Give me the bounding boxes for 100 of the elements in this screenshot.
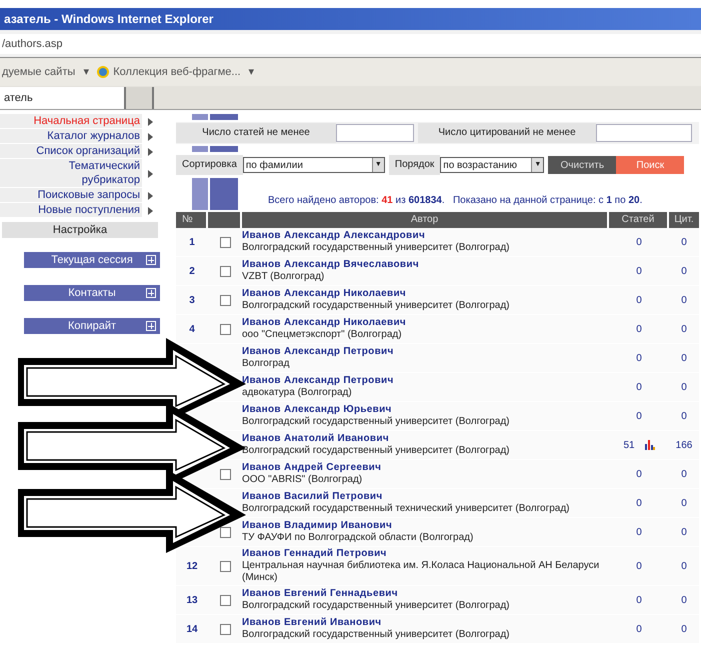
browser-tab[interactable]: атель xyxy=(0,87,126,109)
author-organization: ооо "Спецметэкспорт" (Волгоград) xyxy=(242,329,403,341)
triangle-icon xyxy=(148,170,153,178)
citation-count[interactable]: 0 xyxy=(669,264,699,278)
author-link[interactable]: Иванов Василий Петрович xyxy=(242,491,609,503)
citation-count[interactable]: 0 xyxy=(669,408,699,424)
address-field[interactable]: /authors.asp xyxy=(0,34,701,54)
favorites-link[interactable]: Коллекция веб-фрагме... ▾ xyxy=(97,64,255,80)
citation-count[interactable]: 0 xyxy=(669,496,699,510)
favorites-link[interactable]: дуемые сайты ▾ xyxy=(2,64,90,80)
citation-count[interactable]: 0 xyxy=(669,466,699,482)
row-checkbox[interactable] xyxy=(220,624,230,634)
author-link[interactable]: Иванов Геннадий Петрович xyxy=(242,548,609,560)
citation-count[interactable]: 0 xyxy=(669,322,699,336)
article-count[interactable]: 0 xyxy=(636,466,642,482)
author-link[interactable]: Иванов Александр Николаевич xyxy=(242,317,609,329)
author-link[interactable]: Иванов Александр Петрович xyxy=(242,375,609,387)
article-count[interactable]: 0 xyxy=(636,380,642,394)
row-number: 13 xyxy=(186,594,198,606)
citation-count[interactable]: 0 xyxy=(669,592,699,608)
author-link[interactable]: Иванов Александр Вячеславович xyxy=(242,259,609,271)
author-organization: Волгоградский государственный университет (Волгоград) xyxy=(242,445,510,457)
sidebar-link[interactable]: Новые поступления xyxy=(0,203,142,217)
citation-count[interactable]: 0 xyxy=(669,292,699,308)
author-organization: Волгоградский государственный университет (Волгоград) xyxy=(242,600,510,612)
row-checkbox[interactable] xyxy=(220,560,230,572)
bar-chart-icon[interactable] xyxy=(644,440,655,450)
row-number: 12 xyxy=(186,560,198,572)
sidebar-link[interactable]: Начальная страница xyxy=(0,114,142,128)
article-count[interactable]: 0 xyxy=(636,496,642,510)
author-organization: Волгоградский государственный университет (Волгоград) xyxy=(242,629,510,641)
row-checkbox[interactable] xyxy=(220,236,230,248)
sidebar-link[interactable]: Каталог журналов xyxy=(0,129,142,143)
author-organization: Волгоградский государственный университет (Волгоград) xyxy=(242,300,510,312)
row-checkbox[interactable] xyxy=(220,594,230,606)
sidebar-link[interactable]: Поисковые запросы xyxy=(0,188,142,202)
citation-count[interactable]: 0 xyxy=(669,622,699,636)
panel-header[interactable]: Копирайт xyxy=(24,318,160,334)
citation-count[interactable]: 0 xyxy=(669,524,699,540)
window-title: азатель - Windows Internet Explorer xyxy=(4,11,214,28)
row-number: 14 xyxy=(186,624,198,634)
citation-count[interactable]: 166 xyxy=(669,438,699,452)
article-count[interactable]: 0 xyxy=(636,322,642,336)
browser-tab[interactable] xyxy=(126,87,154,109)
author-link[interactable]: Иванов Александр Александрович xyxy=(242,230,609,242)
article-count[interactable]: 0 xyxy=(636,292,642,308)
decor-block xyxy=(192,146,208,152)
author-link[interactable]: Иванов Владимир Иванович xyxy=(242,520,609,532)
articles-input[interactable] xyxy=(336,124,414,142)
browser-logo-icon xyxy=(97,66,110,78)
article-count[interactable]: 0 xyxy=(636,622,642,636)
filter-label: Число статей не менее xyxy=(176,123,336,143)
article-count[interactable]: 0 xyxy=(636,350,642,366)
row-number: 1 xyxy=(189,236,195,248)
decor-block xyxy=(210,114,238,120)
author-organization: Центральная научная библиотека им. Я.Коласа Национальной АН Беларуси (Минск) xyxy=(242,560,600,584)
sidebar-link[interactable]: Тематический рубрикатор xyxy=(0,159,142,187)
author-organization: Волгоградский государственный университет (Волгоград) xyxy=(242,242,510,254)
decor-block xyxy=(210,146,238,152)
panel-header[interactable]: Текущая сессия xyxy=(24,252,160,268)
article-count[interactable]: 0 xyxy=(636,408,642,424)
author-organization: Волгоград xyxy=(242,358,290,370)
citation-count[interactable]: 0 xyxy=(669,558,699,574)
row-checkbox[interactable] xyxy=(220,468,230,480)
row-checkbox[interactable] xyxy=(220,294,230,306)
author-link[interactable]: Иванов Александр Петрович xyxy=(242,346,609,358)
row-number: 4 xyxy=(189,324,195,334)
author-organization: Волгоградский государственный университет (Волгоград) xyxy=(242,416,510,428)
row-checkbox[interactable] xyxy=(220,324,230,334)
citation-count[interactable]: 0 xyxy=(669,350,699,366)
citations-input[interactable] xyxy=(596,124,692,142)
settings-label[interactable]: Настройка xyxy=(2,222,158,238)
citation-count[interactable]: 0 xyxy=(669,380,699,394)
panel-header[interactable]: Контакты xyxy=(24,285,160,301)
author-link[interactable]: Иванов Евгений Иванович xyxy=(242,617,609,629)
author-link[interactable]: Иванов Евгений Геннадьевич xyxy=(242,588,609,600)
column-header: Цит. xyxy=(673,213,695,227)
decor-block xyxy=(192,178,208,210)
article-count[interactable]: 0 xyxy=(636,264,642,278)
sidebar-link[interactable]: Список организаций xyxy=(0,144,142,158)
article-count[interactable]: 0 xyxy=(636,234,642,250)
results-summary: Всего найдено авторов: 41 из 601834. Показано на данной странице: с 1 по 20. xyxy=(268,194,642,208)
clear-button[interactable]: Очистить xyxy=(548,156,616,174)
row-checkbox[interactable] xyxy=(220,266,230,276)
author-link[interactable]: Иванов Александр Николаевич xyxy=(242,288,609,300)
article-count[interactable]: 0 xyxy=(636,558,642,574)
filter-label: Число цитирований не менее xyxy=(418,123,596,143)
article-count[interactable]: 0 xyxy=(636,592,642,608)
author-organization: VZBT (Волгоград) xyxy=(242,271,326,283)
article-count[interactable]: 51 xyxy=(623,438,635,452)
author-organization: ТУ ФАУФИ по Волгоградской области (Волгоград) xyxy=(242,532,474,544)
row-checkbox[interactable] xyxy=(220,526,230,538)
article-count[interactable]: 0 xyxy=(636,524,642,540)
author-link[interactable]: Иванов Андрей Сергеевич xyxy=(242,462,609,474)
row-number: 2 xyxy=(189,266,195,276)
author-link[interactable]: Иванов Анатолий Иванович xyxy=(242,433,609,445)
author-link[interactable]: Иванов Александр Юрьевич xyxy=(242,404,609,416)
row-number: 3 xyxy=(189,294,195,306)
citation-count[interactable]: 0 xyxy=(669,234,699,250)
author-organization: Волгоградский государственный технический университет (Волгоград) xyxy=(242,503,571,515)
